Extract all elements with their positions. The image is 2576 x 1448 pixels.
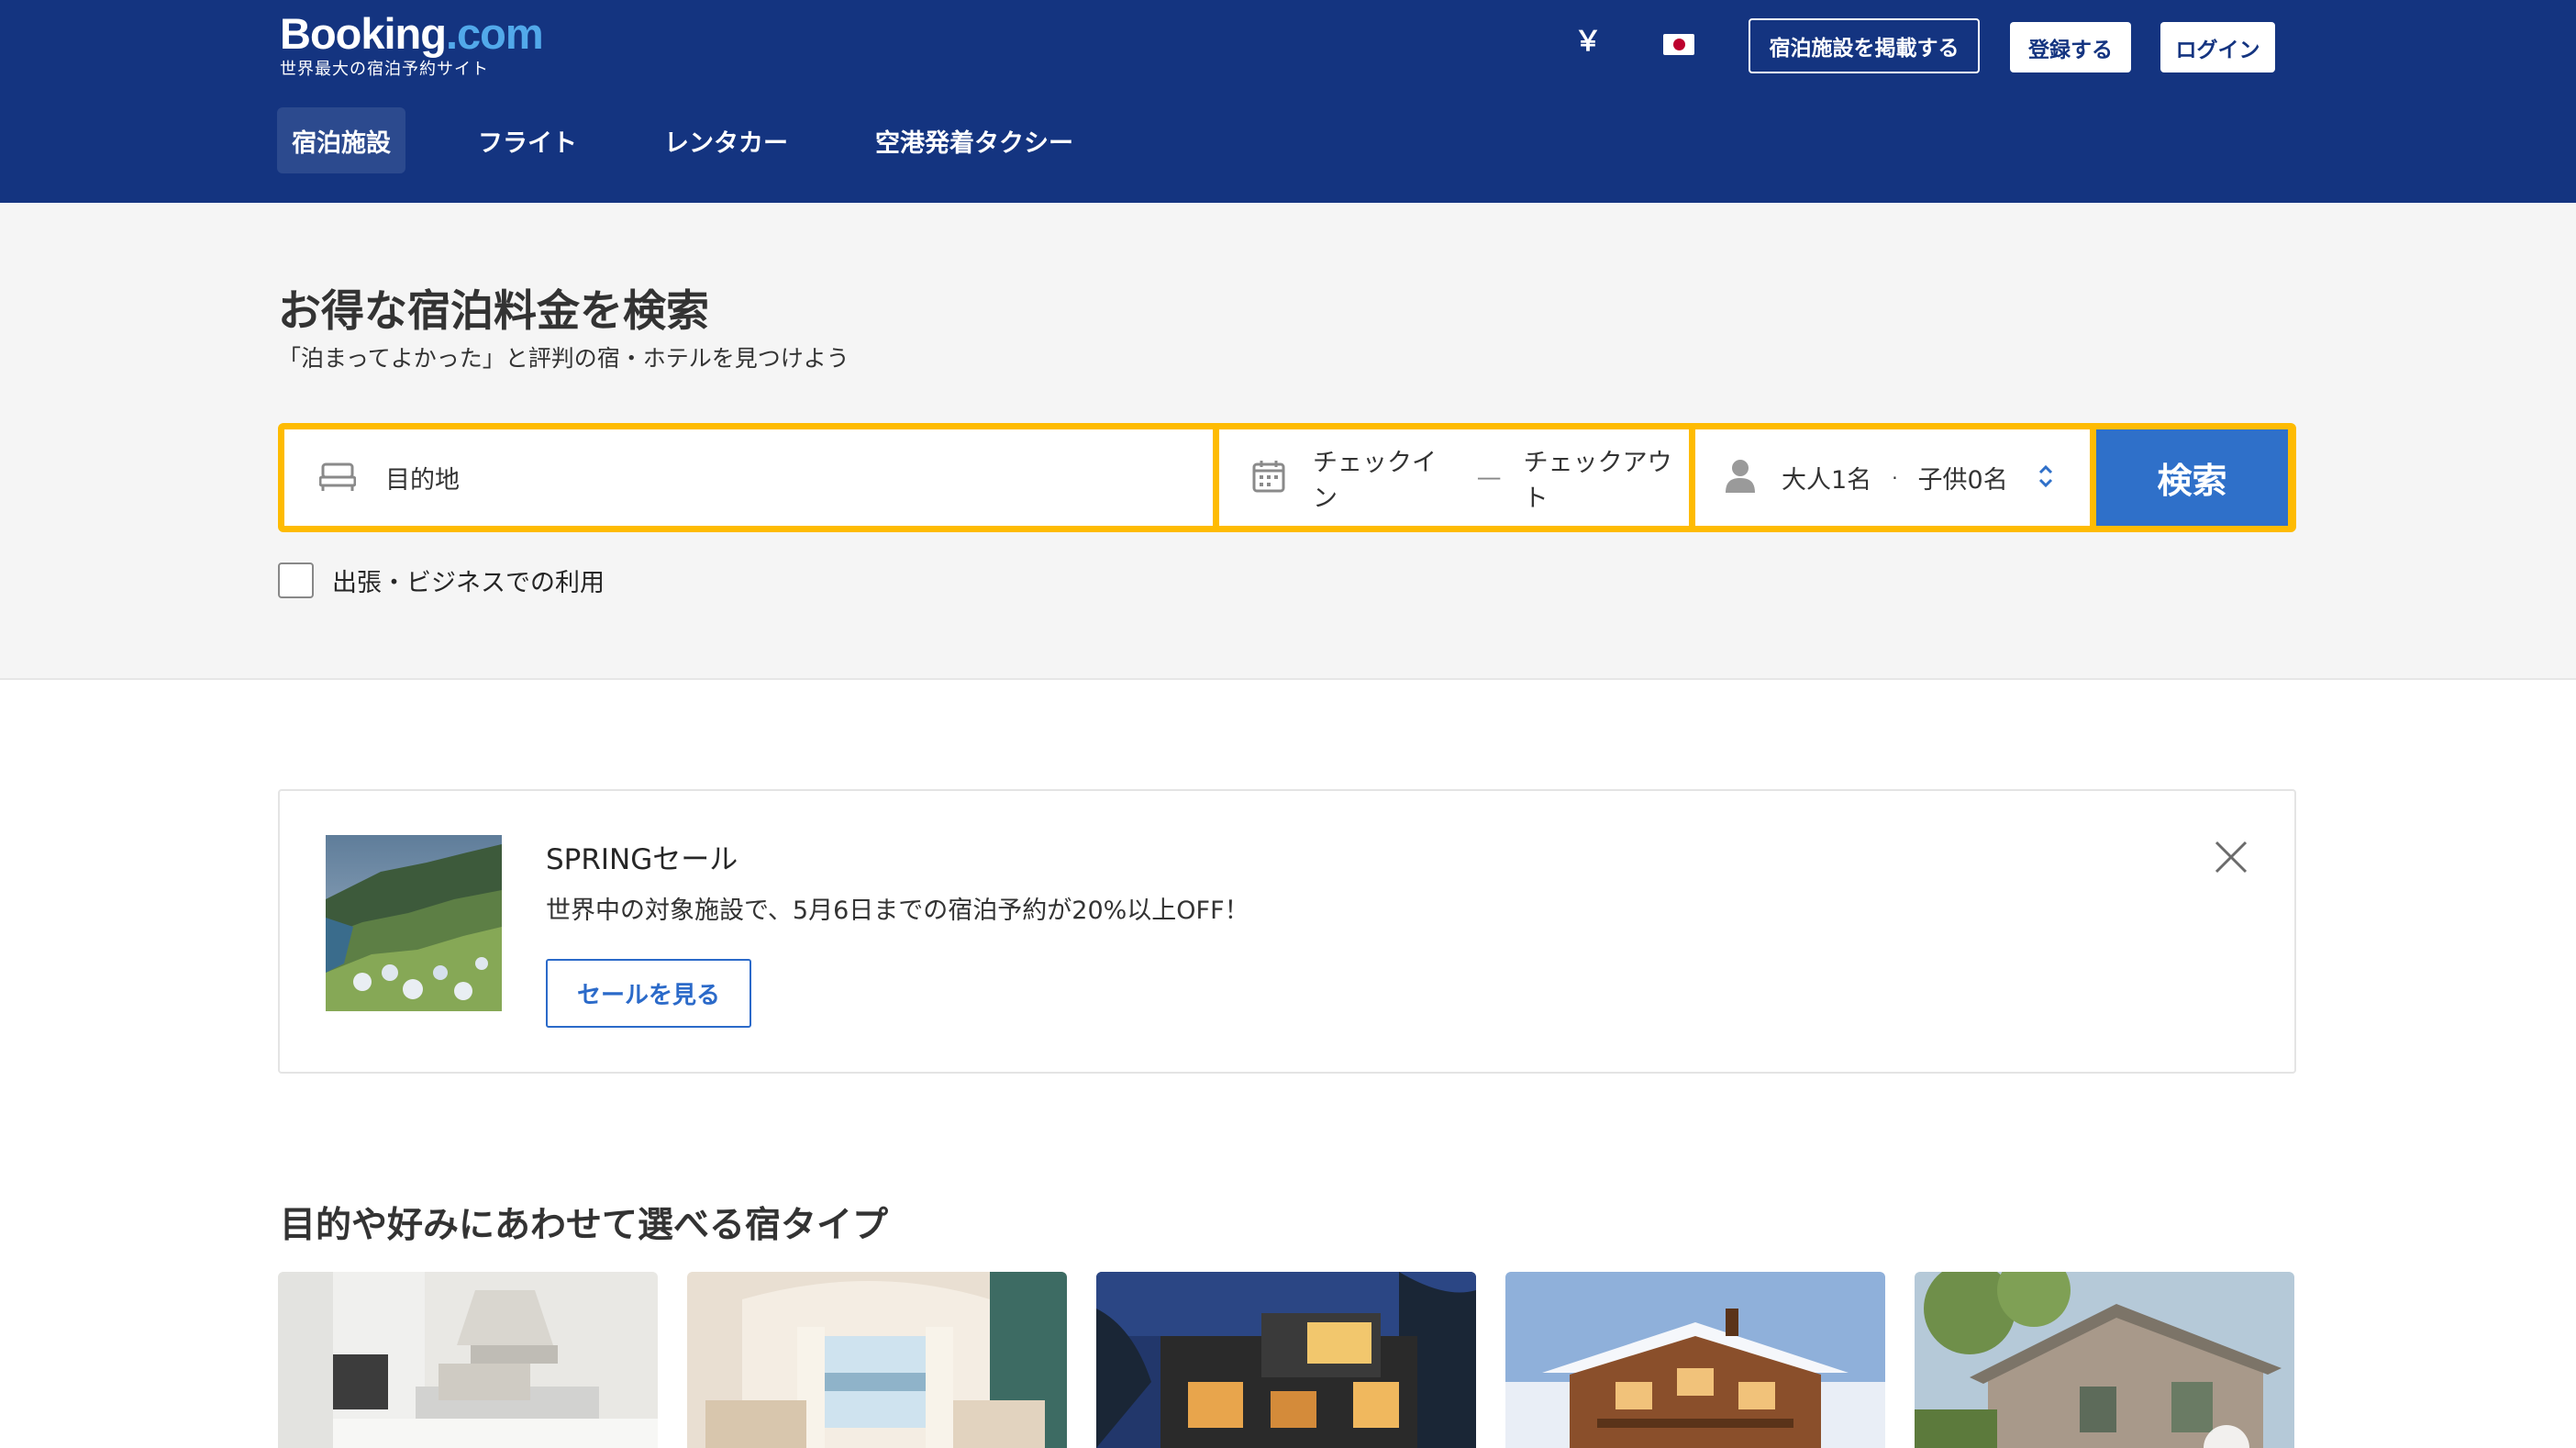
logo-tagline: 世界最大の宿泊予約サイト: [280, 60, 489, 79]
register-button[interactable]: 登録する: [2010, 22, 2131, 72]
guests-field[interactable]: 大人1名 · 子供0名: [1695, 429, 2090, 526]
destination-placeholder: 目的地: [385, 466, 460, 495]
person-icon: [1725, 459, 1756, 497]
logo-wordmark: Booking.com: [280, 9, 544, 59]
close-icon[interactable]: [2211, 837, 2251, 877]
view-sale-button[interactable]: セールを見る: [546, 959, 751, 1028]
villa-night-photo: [1096, 1272, 1476, 1448]
flag-circle: [1672, 39, 1685, 50]
search-button[interactable]: 検索: [2096, 429, 2288, 526]
chevron-updown-icon: [2037, 462, 2054, 494]
promo-description: 世界中の対象施設で、5月6日までの宿泊予約が20%以上OFF！: [546, 897, 1249, 925]
guest-separator: ·: [1892, 466, 1898, 489]
property-type-cards: [278, 1272, 2294, 1448]
cottage-stone-photo: [1915, 1272, 2294, 1448]
list-property-button[interactable]: 宿泊施設を掲載する: [1749, 18, 1980, 73]
property-card-chalet[interactable]: [1505, 1272, 1885, 1448]
property-card-apartment[interactable]: [278, 1272, 658, 1448]
business-travel-label[interactable]: 出張・ビジネスでの利用: [332, 562, 605, 598]
property-card-resort[interactable]: [687, 1272, 1067, 1448]
logo-word: Booking: [280, 9, 447, 58]
date-separator: —: [1476, 463, 1502, 492]
chalet-snow-photo: [1505, 1272, 1885, 1448]
hero-subtitle: 「泊まってよかった」と評判の宿・ホテルを見つけよう: [278, 345, 849, 372]
language-flag-icon[interactable]: [1663, 34, 1694, 55]
promo-coastline-image: [326, 835, 502, 1011]
search-bar: 目的地 チェックイン — チェックアウト 大人1名 · 子供0名 検索: [278, 423, 2296, 532]
tab-car-rental[interactable]: レンタカー: [650, 107, 803, 173]
tab-stays[interactable]: 宿泊施設: [277, 107, 405, 173]
promo-title: SPRINGセール: [546, 843, 738, 876]
booking-logo[interactable]: Booking.com 世界最大の宿泊予約サイト: [280, 9, 544, 80]
checkout-label: チェックアウト: [1523, 448, 1672, 513]
business-travel-option: 出張・ビジネスでの利用: [278, 562, 605, 598]
property-types-title: 目的や好みにあわせて選べる宿タイプ: [280, 1205, 889, 1246]
destination-field[interactable]: 目的地: [284, 429, 1213, 526]
logo-dotcom: .com: [445, 9, 544, 58]
product-nav: 宿泊施設 フライト レンタカー 空港発着タクシー: [277, 107, 1146, 173]
property-card-villa[interactable]: [1096, 1272, 1476, 1448]
spring-sale-banner: SPRINGセール 世界中の対象施設で、5月6日までの宿泊予約が20%以上OFF…: [278, 789, 2296, 1074]
login-button[interactable]: ログイン: [2160, 22, 2275, 72]
bed-icon: [318, 461, 357, 496]
date-range-field[interactable]: チェックイン — チェックアウト: [1219, 429, 1689, 526]
calendar-icon: [1252, 460, 1285, 496]
tab-flights[interactable]: フライト: [463, 107, 592, 173]
business-travel-checkbox[interactable]: [278, 562, 314, 598]
resort-room-photo: [687, 1272, 1067, 1448]
currency-selector[interactable]: ￥: [1574, 24, 1602, 61]
checkin-label: チェックイン: [1313, 448, 1437, 513]
apartment-photo: [278, 1272, 658, 1448]
property-card-cottage[interactable]: [1915, 1272, 2294, 1448]
hero-title: お得な宿泊料金を検索: [278, 286, 709, 337]
adults-label: 大人1名: [1782, 466, 1872, 495]
tab-airport-taxi[interactable]: 空港発着タクシー: [861, 107, 1088, 173]
top-header: Booking.com 世界最大の宿泊予約サイト ￥ 宿泊施設を掲載する 登録す…: [0, 0, 2576, 203]
children-label: 子供0名: [1917, 466, 2008, 495]
